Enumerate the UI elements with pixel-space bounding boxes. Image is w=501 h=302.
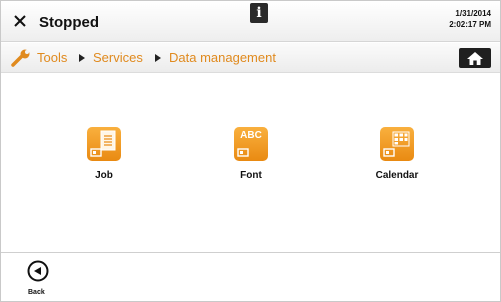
breadcrumb-separator-icon (79, 54, 85, 62)
calendar-label: Calendar (375, 170, 419, 181)
status-bar: Stopped i 1/31/2014 2:02:17 PM (1, 1, 500, 42)
wrench-icon (11, 49, 30, 67)
breadcrumb-item-services[interactable]: Services (93, 50, 143, 65)
calendar-grid-icon (380, 127, 414, 161)
stopped-x-icon (14, 15, 26, 27)
info-button[interactable]: i (250, 3, 268, 23)
breadcrumb-item-data-management: Data management (169, 50, 276, 65)
bottom-bar (1, 252, 500, 301)
info-icon: i (256, 5, 262, 21)
font-abc-icon: ABC (234, 127, 268, 161)
back-label: Back (28, 289, 45, 296)
calendar-tile[interactable]: Calendar (362, 127, 432, 181)
time-text: 2:02:17 PM (449, 20, 491, 29)
printer-panel-screen: Stopped i 1/31/2014 2:02:17 PM Tools Ser… (0, 0, 501, 302)
font-label: Font (240, 170, 262, 181)
font-tile[interactable]: ABC Font (216, 127, 286, 181)
date-text: 1/31/2014 (455, 9, 491, 18)
job-document-icon (87, 127, 121, 161)
back-button[interactable] (27, 260, 49, 282)
job-tile[interactable]: Job (69, 127, 139, 181)
printer-status-text: Stopped (39, 14, 99, 31)
breadcrumb-separator-icon (155, 54, 161, 62)
home-icon (467, 52, 483, 65)
home-button[interactable] (459, 48, 491, 68)
breadcrumb: Tools Services Data management (1, 43, 500, 73)
date-time-display: 1/31/2014 2:02:17 PM (449, 8, 491, 30)
breadcrumb-item-tools[interactable]: Tools (37, 50, 67, 65)
job-label: Job (95, 170, 113, 181)
